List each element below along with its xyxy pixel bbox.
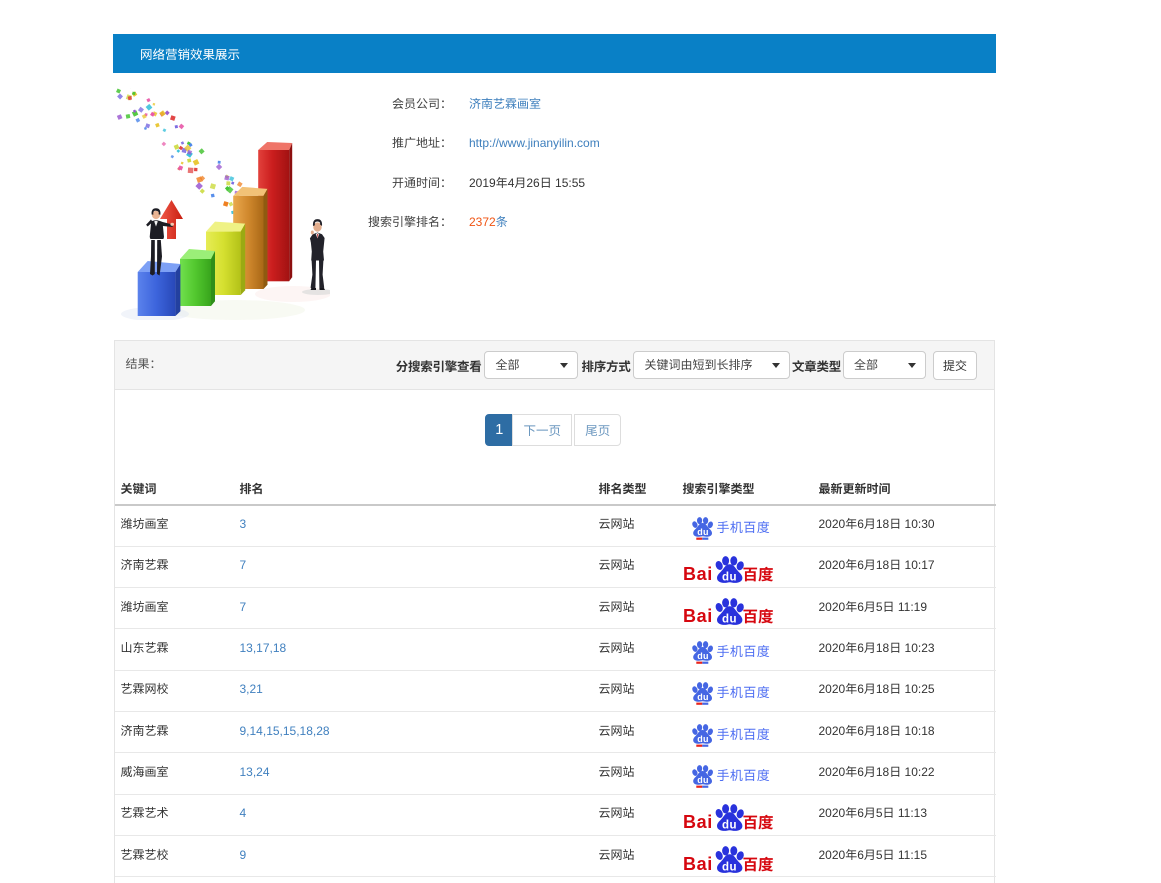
svg-text:du: du xyxy=(722,572,737,584)
svg-text:Bai: Bai xyxy=(683,812,713,831)
svg-text:du: du xyxy=(697,692,709,702)
svg-text:Bai: Bai xyxy=(683,854,713,873)
svg-text:百度: 百度 xyxy=(742,853,774,873)
svg-text:du: du xyxy=(697,775,709,785)
svg-text:du: du xyxy=(722,861,737,873)
svg-text:du: du xyxy=(697,733,709,743)
svg-text:du: du xyxy=(722,613,737,625)
svg-text:du: du xyxy=(722,820,737,832)
svg-text:百度: 百度 xyxy=(742,605,774,625)
svg-text:Bai: Bai xyxy=(683,565,713,584)
svg-text:百度: 百度 xyxy=(742,564,774,584)
svg-text:百度: 百度 xyxy=(742,811,774,831)
svg-text:Bai: Bai xyxy=(683,606,713,625)
svg-text:du: du xyxy=(697,651,709,661)
svg-text:du: du xyxy=(697,527,709,537)
